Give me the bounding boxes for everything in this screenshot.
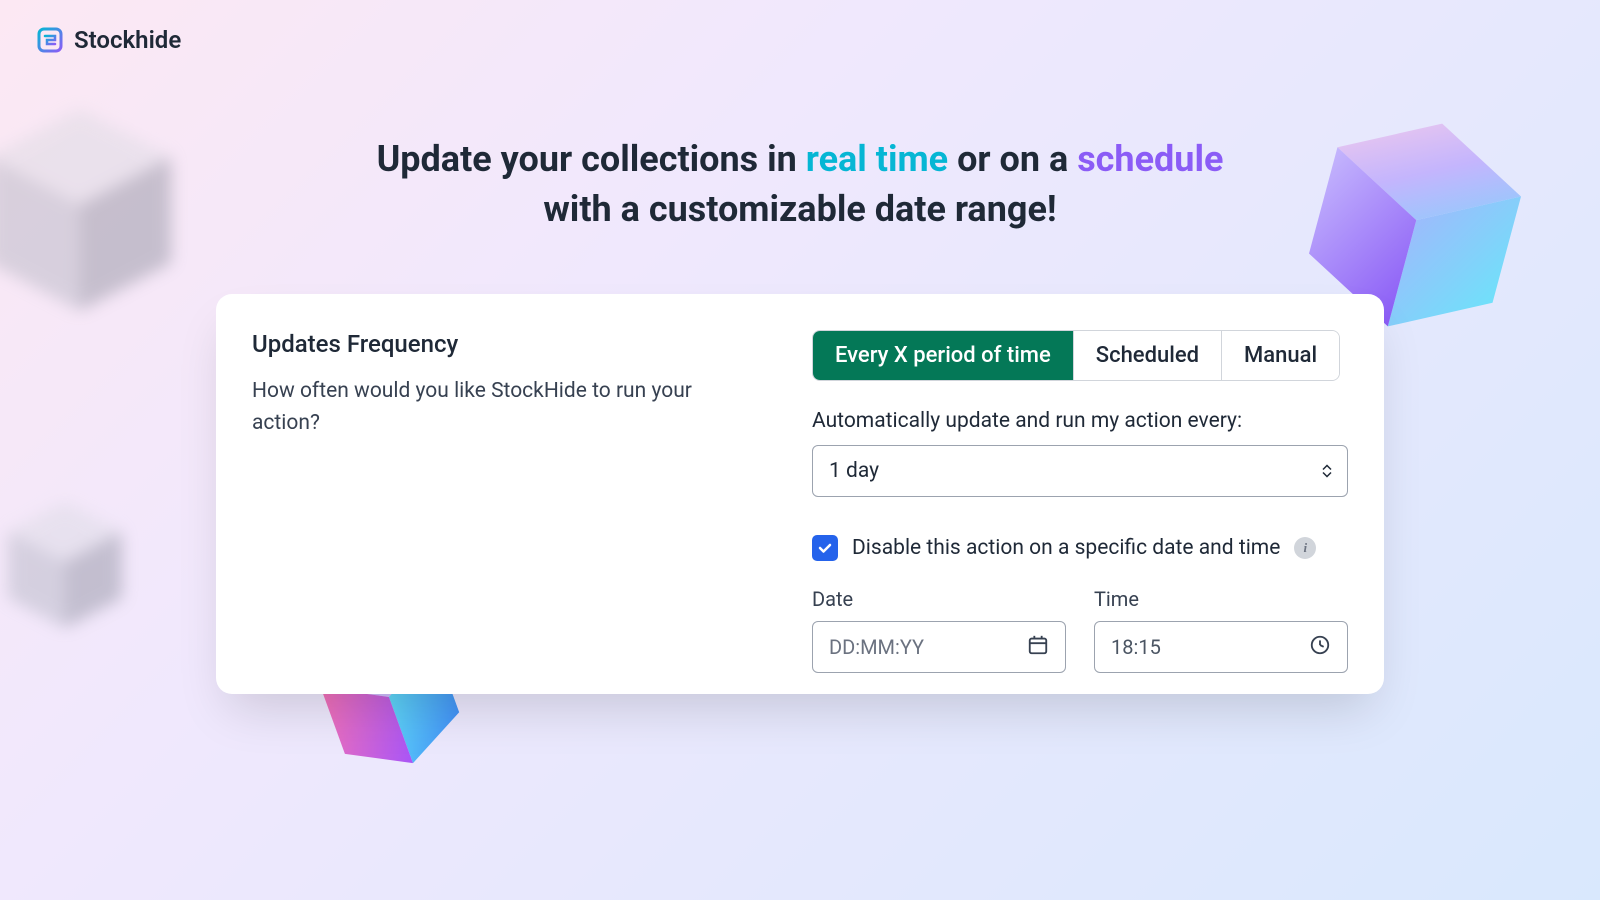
- info-icon[interactable]: i: [1294, 537, 1316, 559]
- card-title: Updates Frequency: [252, 330, 752, 358]
- disable-checkbox[interactable]: [812, 535, 838, 561]
- frequency-card: Updates Frequency How often would you li…: [216, 294, 1384, 694]
- tab-every-period[interactable]: Every X period of time: [813, 331, 1074, 380]
- time-input[interactable]: 18:15: [1094, 621, 1348, 673]
- brand-logo: Stockhide: [36, 26, 181, 54]
- brand-name: Stockhide: [74, 26, 181, 54]
- decorative-cube: [0, 490, 140, 640]
- logo-icon: [36, 26, 64, 54]
- tab-manual[interactable]: Manual: [1222, 331, 1339, 380]
- clock-icon: [1309, 634, 1331, 661]
- card-subtitle: How often would you like StockHide to ru…: [252, 376, 752, 439]
- frequency-tabs: Every X period of time Scheduled Manual: [812, 330, 1340, 381]
- disable-checkbox-label: Disable this action on a specific date a…: [852, 536, 1280, 560]
- date-label: Date: [812, 587, 1066, 611]
- tab-scheduled[interactable]: Scheduled: [1074, 331, 1222, 380]
- page-headline: Update your collections in real time or …: [300, 134, 1300, 235]
- calendar-icon: [1027, 634, 1049, 661]
- period-select[interactable]: 1 day: [812, 445, 1348, 497]
- decorative-cube: [0, 90, 200, 330]
- time-label: Time: [1094, 587, 1348, 611]
- check-icon: [817, 540, 833, 556]
- date-input[interactable]: DD:MM:YY: [812, 621, 1066, 673]
- auto-update-label: Automatically update and run my action e…: [812, 409, 1348, 433]
